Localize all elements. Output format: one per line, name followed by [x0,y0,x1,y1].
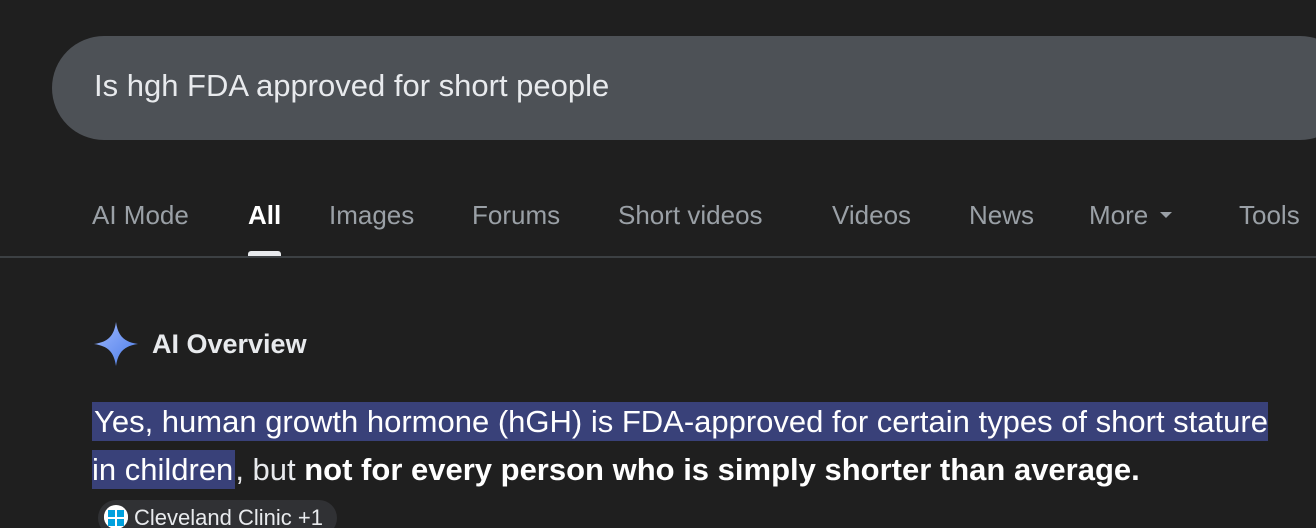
source-chip[interactable]: Cleveland Clinic +1 [98,499,337,528]
answer-period: . [1131,452,1140,487]
tab-images[interactable]: Images [329,198,414,232]
tab-news[interactable]: News [969,198,1034,232]
tab-videos[interactable]: Videos [832,198,911,232]
tab-ai-mode[interactable]: AI Mode [92,198,189,232]
ai-overview-title: AI Overview [152,329,307,359]
sparkle-icon [94,322,138,366]
search-results-page: Is hgh FDA approved for short people AI … [0,0,1316,528]
caret-down-icon [1160,212,1173,219]
search-input[interactable]: Is hgh FDA approved for short people [94,66,609,106]
answer-normal-text: , but [235,452,305,487]
answer-bold-text: not for every person who is simply short… [304,452,1132,487]
tab-tools[interactable]: Tools [1239,198,1300,232]
tab-all[interactable]: All [248,198,281,232]
cleveland-clinic-icon [104,505,128,528]
tab-more[interactable]: More [1089,198,1173,232]
tab-forums[interactable]: Forums [472,198,560,232]
tab-more-label: More [1089,200,1149,230]
tabs-divider [0,256,1316,258]
search-bar[interactable]: Is hgh FDA approved for short people [52,36,1316,140]
ai-overview-answer: Yes, human growth hormone (hGH) is FDA-a… [92,398,1292,528]
source-chip-label: Cleveland Clinic +1 [134,504,323,528]
search-tabs: AI Mode All Images Forums Short videos V… [0,180,1316,257]
tab-short-videos[interactable]: Short videos [618,198,763,232]
